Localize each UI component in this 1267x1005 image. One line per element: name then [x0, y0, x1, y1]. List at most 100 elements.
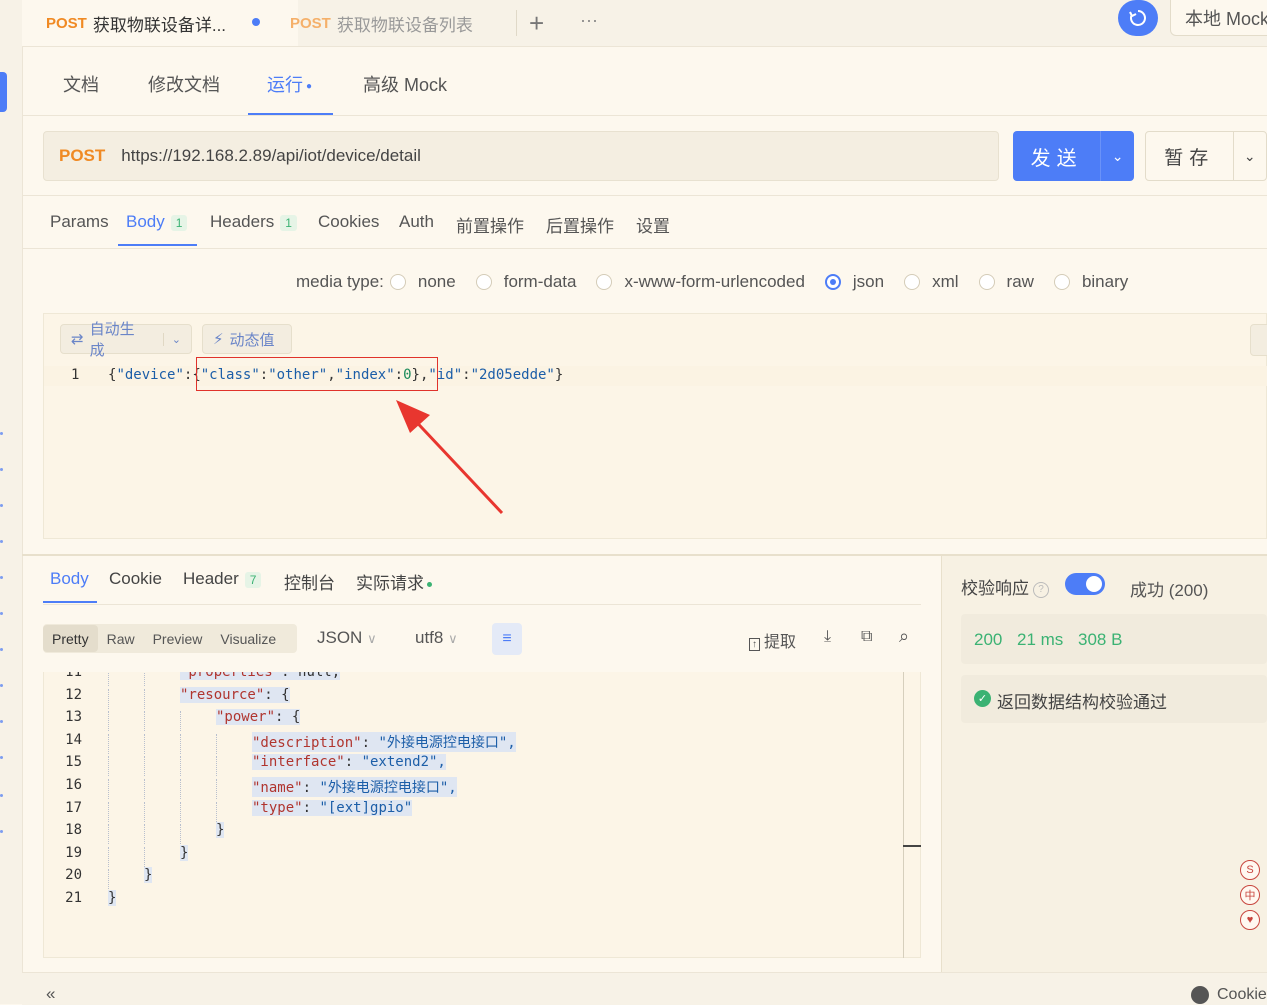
tab-headers[interactable]: Headers 1 [210, 212, 297, 232]
wrap-lines-icon[interactable]: ≡ [492, 623, 522, 655]
download-icon[interactable]: ⤓ [824, 628, 831, 646]
tab-advanced-mock[interactable]: 高级 Mock [363, 71, 447, 97]
tab-response-cookie[interactable]: Cookie [109, 569, 162, 589]
rail-dot [0, 612, 3, 615]
rail-dot [0, 720, 3, 723]
tab-edit-docs[interactable]: 修改文档 [148, 71, 220, 97]
collapse-sidebar-icon[interactable]: « [46, 984, 55, 1004]
doc-mode-tabs: 文档 修改文档 运行 ● 高级 Mock [22, 47, 1267, 116]
chevron-down-icon: ∨ [367, 631, 377, 646]
dynamic-value-button[interactable]: ⚡ 动态值 [202, 324, 292, 354]
radio-raw[interactable]: raw [978, 272, 1034, 292]
indent-guide [180, 824, 182, 845]
radio-binary[interactable]: binary [1053, 272, 1129, 292]
radio-circle[interactable] [904, 274, 921, 290]
shirt-icon[interactable]: ♥ [1240, 910, 1260, 930]
status-select[interactable]: 成功 (200) [1130, 576, 1208, 601]
indent-guide [108, 846, 110, 867]
radio-label: xml [932, 272, 959, 291]
tab-method: POST [290, 14, 331, 32]
scrollbar-thumb[interactable] [903, 845, 921, 847]
response-code-line: "interface": "extend2", [252, 754, 446, 771]
view-pretty[interactable]: Pretty [43, 625, 98, 652]
floating-tool-icon[interactable]: S [1240, 860, 1260, 880]
input-method-icon[interactable]: 中 [1240, 885, 1260, 905]
radio-circle[interactable] [1053, 274, 1070, 290]
tab-cookies[interactable]: Cookies [318, 212, 379, 232]
json-key: "properties" [180, 672, 282, 680]
response-body-viewer[interactable]: 11 "properties": null, 12 "resource": {13 "p… [43, 672, 921, 958]
radio-none[interactable]: none [389, 272, 456, 292]
json-value: "外接电源控电接口", [319, 780, 457, 796]
request-body-editor[interactable]: ⇄ 自动生成 ⌄ ⚡ 动态值 1 {"device":{"class":"oth… [43, 313, 1267, 539]
encoding-select[interactable]: utf8 ∨ [415, 628, 458, 648]
tab-response-header[interactable]: Header 7 [183, 569, 262, 589]
method-select[interactable]: POST [59, 146, 105, 166]
highlight-box [196, 357, 438, 391]
view-raw[interactable]: Raw [98, 625, 144, 652]
radio-label: binary [1081, 272, 1129, 291]
cookie-manager-button[interactable]: Cookie [1191, 986, 1267, 1004]
copy-icon[interactable]: ⧉ [861, 628, 872, 646]
response-size: 308 B [1078, 630, 1123, 649]
radio-json[interactable]: json [824, 272, 884, 292]
url-input[interactable]: https://192.168.2.89/api/iot/device/deta… [121, 146, 421, 166]
response-code-line: } [108, 890, 117, 906]
chevron-down-icon[interactable]: ⌄ [1232, 132, 1266, 180]
radio-circle[interactable] [389, 274, 406, 290]
brace: } [554, 367, 564, 383]
line-number: 16 [65, 777, 82, 793]
indent-guide [108, 869, 110, 890]
radio-circle[interactable] [475, 274, 492, 290]
validate-response-toggle[interactable] [1065, 573, 1105, 595]
add-tab-icon[interactable]: + [529, 8, 544, 39]
radio-circle[interactable] [596, 274, 613, 290]
format-select[interactable]: JSON ∨ [317, 628, 377, 648]
chevron-down-icon[interactable]: ⌄ [162, 332, 181, 346]
json-value: "[ext]gpio" [319, 799, 413, 816]
copy-icon[interactable] [1250, 324, 1267, 356]
tab-device-detail[interactable]: POST 获取物联设备详... [22, 0, 298, 46]
radio-circle-selected[interactable] [824, 274, 841, 290]
tab-console[interactable]: 控制台 [284, 569, 335, 594]
help-icon[interactable]: ? [1033, 581, 1049, 598]
save-button[interactable]: 暂存 ⌄ [1145, 131, 1267, 181]
radio-xml[interactable]: xml [904, 272, 959, 292]
tab-params[interactable]: Params [50, 212, 109, 232]
radio-circle[interactable] [978, 274, 995, 290]
tab-body[interactable]: Body 1 [126, 212, 188, 232]
environment-select[interactable]: 本地 Mock [1170, 0, 1267, 36]
media-type-row: media type: none form-data x-www-form-ur… [296, 270, 1148, 294]
view-preview[interactable]: Preview [144, 625, 212, 652]
search-icon[interactable]: ⌕ [899, 626, 909, 647]
response-tabs: Body Cookie Header 7 控制台 实际请求 [43, 556, 921, 605]
extract-button[interactable]: ↑ 提取 [749, 628, 796, 652]
radio-form-data[interactable]: form-data [475, 272, 576, 292]
json-key: "name" [252, 780, 303, 796]
send-button[interactable]: 发送 ⌄ [1013, 131, 1134, 181]
scrollbar-track[interactable] [903, 672, 904, 958]
active-tab-underline [248, 113, 333, 115]
indent-guide [108, 801, 110, 822]
tab-actual-request[interactable]: 实际请求 [356, 569, 432, 594]
view-mode-segmented: Pretty Raw Preview Visualize [43, 624, 297, 653]
tab-pre-processors[interactable]: 前置操作 [456, 212, 524, 237]
annotation-arrow [396, 400, 504, 515]
indent-guide [108, 756, 110, 777]
url-bar[interactable]: POST https://192.168.2.89/api/iot/device… [43, 131, 999, 181]
rail-dot [0, 794, 3, 797]
more-icon[interactable]: ··· [580, 10, 598, 31]
auto-generate-button[interactable]: ⇄ 自动生成 ⌄ [60, 321, 192, 359]
tab-run[interactable]: 运行 ● [267, 71, 312, 97]
tab-device-list[interactable]: POST 获取物联设备列表 [266, 0, 540, 46]
tab-settings[interactable]: 设置 [636, 212, 670, 237]
json-value: "extend2", [361, 754, 446, 771]
view-visualize[interactable]: Visualize [211, 625, 285, 652]
tab-post-processors[interactable]: 后置操作 [546, 212, 614, 237]
radio-urlencoded[interactable]: x-www-form-urlencoded [596, 272, 805, 292]
sync-icon[interactable] [1118, 0, 1158, 36]
tab-response-body[interactable]: Body [50, 569, 89, 589]
chevron-down-icon[interactable]: ⌄ [1100, 131, 1134, 181]
tab-docs[interactable]: 文档 [63, 71, 99, 97]
tab-auth[interactable]: Auth [399, 212, 434, 232]
